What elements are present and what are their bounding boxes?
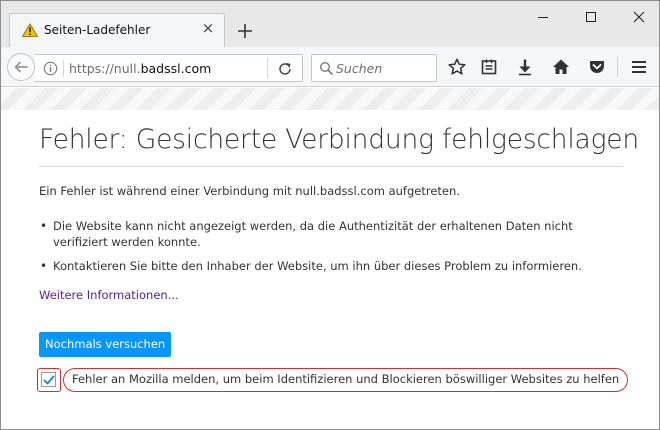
url-bar[interactable]: https://null.badssl.com bbox=[35, 54, 303, 82]
error-page: Fehler: Gesicherte Verbindung fehlgeschl… bbox=[1, 88, 659, 429]
warning-stripe-banner bbox=[1, 88, 659, 110]
warning-icon bbox=[22, 23, 38, 37]
list-item: Kontaktieren Sie bitte den Inhaber der W… bbox=[39, 258, 629, 274]
download-icon[interactable] bbox=[515, 57, 535, 77]
error-description: Ein Fehler ist während einer Verbindung … bbox=[39, 184, 460, 198]
tab-close-icon[interactable]: × bbox=[200, 20, 216, 36]
tab-title: Seiten-Ladefehler bbox=[44, 23, 151, 37]
checkbox-box[interactable] bbox=[41, 372, 56, 387]
url-host: badssl.com bbox=[140, 61, 212, 76]
search-icon bbox=[319, 61, 334, 76]
tab-active[interactable]: Seiten-Ladefehler × bbox=[9, 13, 225, 47]
back-button[interactable] bbox=[7, 53, 35, 81]
home-icon[interactable] bbox=[551, 57, 571, 77]
url-divider bbox=[63, 60, 64, 77]
more-info-link[interactable]: Weitere Informationen... bbox=[39, 288, 179, 302]
info-icon[interactable] bbox=[43, 61, 58, 76]
report-checkbox[interactable] bbox=[37, 368, 61, 392]
search-input[interactable] bbox=[336, 58, 432, 78]
url-text[interactable]: https://null.badssl.com bbox=[69, 61, 211, 76]
tab-bar: Seiten-Ladefehler × bbox=[1, 1, 659, 47]
pocket-icon[interactable] bbox=[587, 57, 607, 77]
url-divider-right bbox=[267, 58, 268, 78]
error-bullet-list: Die Website kann nicht angezeigt werden,… bbox=[39, 218, 629, 282]
new-tab-icon[interactable] bbox=[235, 21, 255, 41]
minimize-icon[interactable] bbox=[533, 7, 553, 27]
page-title: Fehler: Gesicherte Verbindung fehlgeschl… bbox=[39, 124, 639, 155]
maximize-icon[interactable] bbox=[581, 7, 601, 27]
browser-window: Seiten-Ladefehler × https://null.badssl.… bbox=[0, 0, 660, 430]
reading-list-icon[interactable] bbox=[479, 57, 499, 77]
back-arrow-icon bbox=[14, 61, 28, 73]
menu-icon[interactable] bbox=[629, 57, 649, 77]
retry-button[interactable]: Nochmals versuchen bbox=[39, 332, 172, 357]
window-close-icon[interactable] bbox=[629, 7, 649, 27]
title-divider bbox=[39, 166, 623, 167]
search-bar[interactable] bbox=[311, 54, 437, 82]
report-checkbox-label[interactable]: Fehler an Mozilla melden, um beim Identi… bbox=[63, 368, 629, 392]
list-item: Die Website kann nicht angezeigt werden,… bbox=[39, 218, 629, 250]
url-prefix: https://null. bbox=[69, 61, 141, 76]
toolbar-divider bbox=[617, 57, 618, 77]
nav-bar: https://null.badssl.com bbox=[1, 47, 659, 87]
reload-icon[interactable] bbox=[277, 61, 293, 77]
bookmark-star-icon[interactable] bbox=[447, 57, 467, 77]
checkmark-icon bbox=[43, 375, 55, 385]
